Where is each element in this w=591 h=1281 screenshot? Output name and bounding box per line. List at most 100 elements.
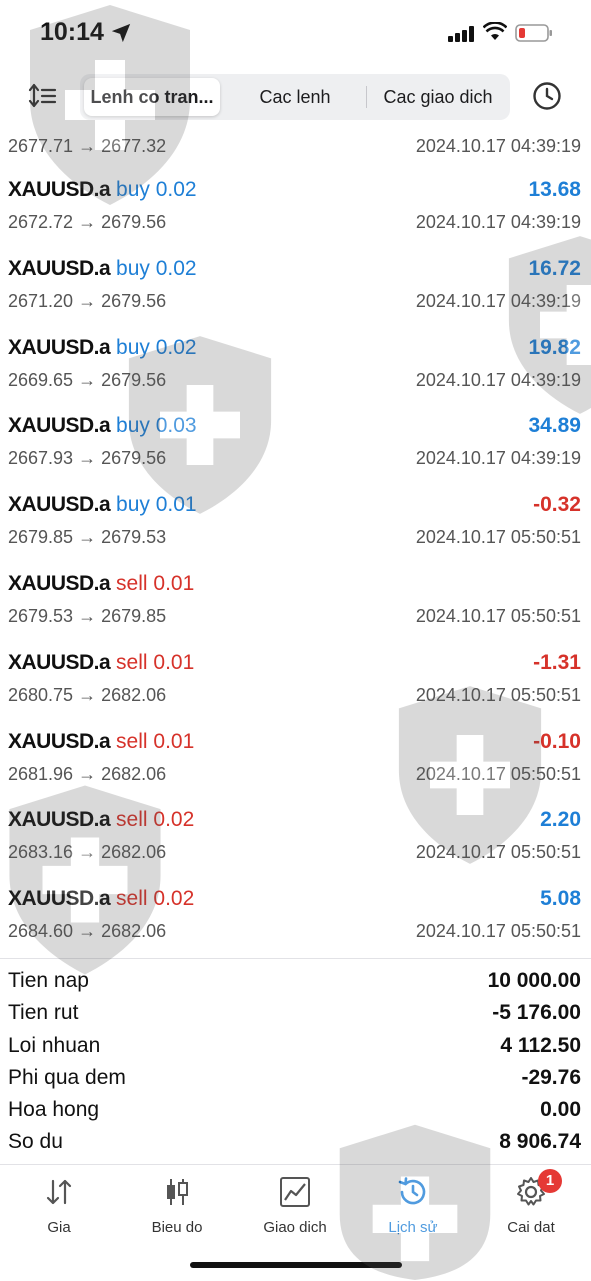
- tab-deals[interactable]: Cac giao dich: [368, 78, 508, 116]
- summary-label: Phi qua dem: [8, 1065, 126, 1089]
- list-item[interactable]: XAUUSD.a buy 0.03 34.89 2667.93 → 2679.5…: [0, 404, 591, 483]
- summary-label: Tien nap: [8, 969, 89, 992]
- segmented-control: Lenh co tran... Cac lenh Cac giao dich: [80, 74, 510, 120]
- deal-symbol: XAUUSD.a: [8, 493, 111, 517]
- deal-price: 2667.93 → 2679.56: [8, 448, 167, 469]
- summary-value: -5 176.00: [492, 1001, 581, 1025]
- tab-settings[interactable]: 1 Cai dat: [472, 1169, 590, 1236]
- deal-profit: -1.31: [533, 650, 581, 674]
- summary-value: 8 906.74: [499, 1130, 581, 1154]
- deal-profit: 2.20: [540, 808, 581, 832]
- deal-symbol: XAUUSD.a: [8, 571, 111, 595]
- summary-label: Loi nhuan: [8, 1033, 101, 1057]
- list-item[interactable]: XAUUSD.a sell 0.02 5.08 2684.60 → 2682.0…: [0, 877, 591, 956]
- deal-title: XAUUSD.a sell 0.02: [8, 808, 194, 832]
- deal-title: XAUUSD.a buy 0.02: [8, 178, 197, 202]
- deal-title: XAUUSD.a sell 0.02: [8, 887, 194, 911]
- list-item[interactable]: XAUUSD.a buy 0.01 -0.32 2679.85 → 2679.5…: [0, 483, 591, 562]
- tab-label: Cai dat: [507, 1219, 555, 1236]
- summary-row: So du 8 906.74: [0, 1126, 591, 1158]
- deal-title: XAUUSD.a buy 0.03: [8, 414, 197, 438]
- deal-price: 2681.96 → 2682.06: [8, 763, 167, 784]
- deal-price: 2680.75 → 2682.06: [8, 684, 167, 705]
- summary-row: Tien rut -5 176.00: [0, 997, 591, 1029]
- deal-symbol: XAUUSD.a: [8, 808, 111, 832]
- list-item[interactable]: XAUUSD.a sell 0.01 -0.10 2681.96 → 2682.…: [0, 720, 591, 799]
- tab-label: Gia: [47, 1219, 71, 1236]
- tab-history[interactable]: Lịch sử: [354, 1175, 472, 1236]
- deal-profit: -0.32: [533, 493, 581, 517]
- deal-title: XAUUSD.a sell 0.01: [8, 651, 194, 675]
- history-icon: [398, 1177, 426, 1205]
- battery-icon: [515, 24, 552, 42]
- summary-value: -29.76: [521, 1065, 581, 1089]
- segment-divider: [366, 86, 367, 108]
- deal-price: 2669.65 → 2679.56: [8, 369, 167, 390]
- summary-row: Phi qua dem -29.76: [0, 1062, 591, 1094]
- deal-date: 2024.10.17 04:39:19: [415, 136, 581, 156]
- deal-title: XAUUSD.a sell 0.01: [8, 730, 194, 754]
- deal-date: 2024.10.17 05:50:51: [415, 763, 581, 784]
- deal-date: 2024.10.17 05:50:51: [415, 842, 581, 863]
- deal-date: 2024.10.17 04:39:19: [415, 290, 581, 311]
- deal-side-volume: sell 0.02: [116, 887, 195, 911]
- deal-symbol: XAUUSD.a: [8, 256, 111, 280]
- sort-icon[interactable]: [28, 82, 58, 110]
- deal-profit: 19.82: [528, 335, 581, 359]
- list-item[interactable]: XAUUSD.a sell 0.01 2679.53 → 2679.85 202…: [0, 562, 591, 641]
- deal-title: XAUUSD.a sell 0.01: [8, 572, 194, 596]
- deal-side-volume: buy 0.02: [116, 335, 197, 359]
- deal-date: 2024.10.17 04:39:19: [415, 369, 581, 390]
- tab-orders[interactable]: Cac lenh: [230, 78, 360, 116]
- list-item[interactable]: XAUUSD.a buy 0.02 13.68 2672.72 → 2679.5…: [0, 168, 591, 247]
- cellular-signal-icon: [448, 26, 474, 42]
- deal-symbol: XAUUSD.a: [8, 729, 111, 753]
- deal-date: 2024.10.17 04:39:19: [415, 212, 581, 232]
- tab-label: Giao dich: [263, 1219, 327, 1236]
- list-item[interactable]: XAUUSD.a sell 0.01 -1.31 2680.75 → 2682.…: [0, 641, 591, 720]
- deal-side-volume: buy 0.02: [116, 178, 197, 201]
- deal-date: 2024.10.17 05:50:51: [415, 527, 581, 548]
- deal-symbol: XAUUSD.a: [8, 887, 111, 911]
- summary-row: Hoa hong 0.00: [0, 1094, 591, 1126]
- deal-side-volume: sell 0.01: [116, 571, 195, 595]
- deal-symbol: XAUUSD.a: [8, 178, 111, 201]
- deal-profit: 34.89: [528, 414, 581, 438]
- arrows-icon: [46, 1179, 72, 1205]
- wifi-icon: [483, 22, 507, 40]
- deal-price: 2683.16 → 2682.06: [8, 842, 167, 863]
- list-item[interactable]: XAUUSD.a buy 0.02 19.82 2669.65 → 2679.5…: [0, 326, 591, 405]
- tab-positions[interactable]: Lenh co tran...: [84, 78, 220, 116]
- clock-icon[interactable]: [531, 80, 563, 112]
- tab-charts[interactable]: Bieu do: [118, 1175, 236, 1236]
- deal-side-volume: buy 0.02: [116, 256, 197, 280]
- home-indicator: [190, 1262, 402, 1268]
- summary-label: So du: [8, 1130, 63, 1154]
- deal-title: XAUUSD.a buy 0.01: [8, 493, 197, 517]
- deal-date: 2024.10.17 05:50:51: [415, 684, 581, 705]
- tab-label: Bieu do: [151, 1219, 203, 1236]
- deal-side-volume: sell 0.01: [116, 650, 195, 674]
- deal-side-volume: buy 0.03: [116, 414, 197, 438]
- list-item[interactable]: 2677.71 → 2677.32 2024.10.17 04:39:19: [0, 128, 591, 168]
- deal-side-volume: sell 0.01: [116, 729, 195, 753]
- tab-trade[interactable]: Giao dich: [236, 1175, 354, 1236]
- list-item[interactable]: XAUUSD.a sell 0.02 2.20 2683.16 → 2682.0…: [0, 798, 591, 877]
- summary-value: 4 112.50: [500, 1033, 581, 1057]
- tab-quotes[interactable]: Gia: [0, 1175, 118, 1236]
- summary-row: Loi nhuan 4 112.50: [0, 1030, 591, 1062]
- deal-price: 2679.53 → 2679.85: [8, 605, 167, 626]
- deal-side-volume: sell 0.02: [116, 808, 195, 832]
- list-item[interactable]: XAUUSD.a buy 0.02 16.72 2671.20 → 2679.5…: [0, 247, 591, 326]
- candles-icon: [167, 1179, 188, 1205]
- deal-title: XAUUSD.a buy 0.02: [8, 336, 197, 360]
- deal-date: 2024.10.17 04:39:19: [415, 448, 581, 469]
- summary-value: 10 000.00: [487, 969, 581, 992]
- summary-value: 0.00: [540, 1098, 581, 1122]
- deal-price: 2671.20 → 2679.56: [8, 290, 167, 311]
- deal-title: XAUUSD.a buy 0.02: [8, 257, 197, 281]
- deal-price: 2684.60 → 2682.06: [8, 921, 167, 942]
- summary-label: Tien rut: [8, 1001, 79, 1025]
- deal-symbol: XAUUSD.a: [8, 335, 111, 359]
- summary-row: Tien nap 10 000.00: [0, 965, 591, 997]
